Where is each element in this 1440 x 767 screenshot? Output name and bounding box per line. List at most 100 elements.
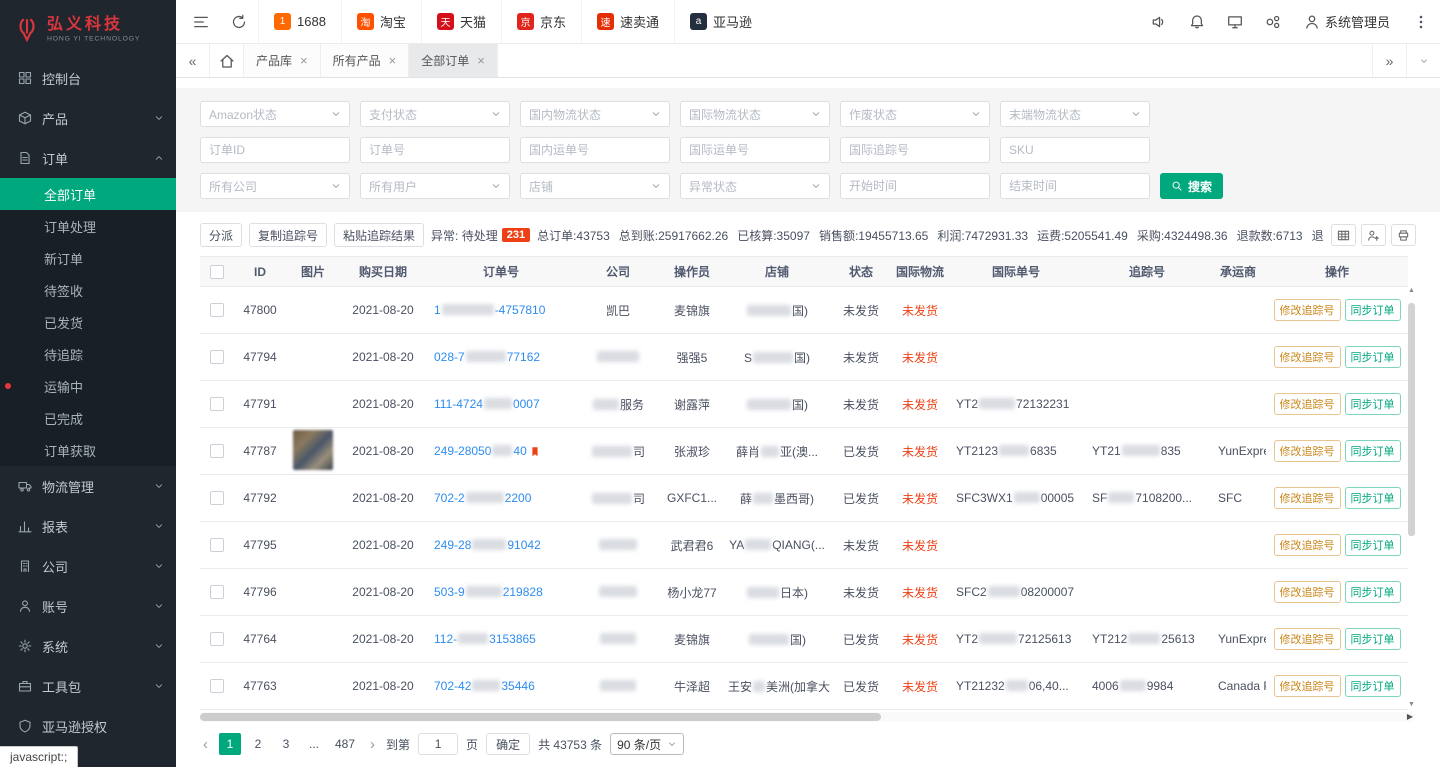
- row-checkbox[interactable]: [210, 491, 224, 505]
- edit-tracking-button[interactable]: 修改追踪号: [1274, 487, 1341, 509]
- filter-select-row1-4[interactable]: 作废状态: [840, 101, 990, 127]
- search-button[interactable]: 搜索: [1160, 173, 1223, 199]
- sync-order-button[interactable]: 同步订单: [1345, 346, 1401, 368]
- order-number-link[interactable]: 111-47240007: [434, 397, 540, 411]
- order-number-link[interactable]: 702-22200: [434, 491, 531, 505]
- order-number-link[interactable]: 503-9219828: [434, 585, 543, 599]
- order-number-link[interactable]: 028-777162: [434, 350, 540, 364]
- platform-tab-1[interactable]: 淘淘宝: [341, 0, 421, 44]
- sidebar-subitem-1[interactable]: 订单处理: [0, 210, 176, 242]
- filter-input-1[interactable]: [360, 137, 510, 163]
- tabs-scroll-left-button[interactable]: «: [176, 44, 210, 77]
- platform-tab-5[interactable]: a亚马逊: [674, 0, 767, 44]
- filter-input-3[interactable]: [680, 137, 830, 163]
- page-number-3[interactable]: 3: [275, 733, 297, 755]
- sidebar-item-6[interactable]: 账号: [0, 586, 176, 626]
- close-icon[interactable]: ×: [300, 53, 308, 68]
- exception-count-badge[interactable]: 231: [502, 228, 530, 242]
- platform-tab-4[interactable]: 速速卖通: [581, 0, 674, 44]
- platform-tab-3[interactable]: 京京东: [501, 0, 581, 44]
- edit-tracking-button[interactable]: 修改追踪号: [1274, 534, 1341, 556]
- tab-0[interactable]: 产品库×: [244, 44, 321, 77]
- row-checkbox[interactable]: [210, 679, 224, 693]
- row-checkbox[interactable]: [210, 444, 224, 458]
- scroll-down-icon[interactable]: ▼: [1408, 701, 1415, 708]
- product-image[interactable]: [293, 430, 333, 470]
- order-number-link[interactable]: 1-4757810: [434, 303, 545, 317]
- copy-tracking-button[interactable]: 复制追踪号: [249, 223, 327, 247]
- sync-order-button[interactable]: 同步订单: [1345, 534, 1401, 556]
- filter-input-0[interactable]: [200, 137, 350, 163]
- order-number-link[interactable]: 249-2805040: [434, 444, 527, 458]
- filter-select-row3-0[interactable]: 所有公司: [200, 173, 350, 199]
- row-checkbox[interactable]: [210, 538, 224, 552]
- prev-page-button[interactable]: ‹: [200, 736, 211, 753]
- page-size-select[interactable]: 90 条/页: [610, 733, 684, 755]
- row-checkbox[interactable]: [210, 585, 224, 599]
- platform-tab-0[interactable]: 11688: [258, 0, 341, 44]
- print-button[interactable]: [1391, 224, 1416, 246]
- sidebar-item-3[interactable]: 物流管理: [0, 466, 176, 506]
- sidebar-subitem-3[interactable]: 待签收: [0, 274, 176, 306]
- edit-tracking-button[interactable]: 修改追踪号: [1274, 675, 1341, 697]
- sidebar-subitem-6[interactable]: 运输中: [0, 370, 176, 402]
- edit-tracking-button[interactable]: 修改追踪号: [1274, 393, 1341, 415]
- row-checkbox[interactable]: [210, 397, 224, 411]
- sync-order-button[interactable]: 同步订单: [1345, 675, 1401, 697]
- filter-select-row1-2[interactable]: 国内物流状态: [520, 101, 670, 127]
- order-number-link[interactable]: 112-3153865: [434, 632, 536, 646]
- sidebar-item-1[interactable]: 产品: [0, 98, 176, 138]
- user-menu[interactable]: 系统管理员: [1292, 12, 1402, 31]
- row-checkbox[interactable]: [210, 303, 224, 317]
- start-date-input[interactable]: [840, 173, 990, 199]
- vertical-scroll-thumb[interactable]: [1408, 303, 1415, 536]
- sidebar-subitem-7[interactable]: 已完成: [0, 402, 176, 434]
- edit-tracking-button[interactable]: 修改追踪号: [1274, 346, 1341, 368]
- notifications-button[interactable]: [1178, 0, 1216, 44]
- end-date-input[interactable]: [1000, 173, 1150, 199]
- filter-select-row1-0[interactable]: Amazon状态: [200, 101, 350, 127]
- filter-select-row3-1[interactable]: 所有用户: [360, 173, 510, 199]
- order-number-link[interactable]: 249-2891042: [434, 538, 541, 552]
- sidebar-subitem-8[interactable]: 订单获取: [0, 434, 176, 466]
- edit-tracking-button[interactable]: 修改追踪号: [1274, 628, 1341, 650]
- platform-tab-2[interactable]: 天天猫: [421, 0, 501, 44]
- close-icon[interactable]: ×: [389, 53, 397, 68]
- sidebar-subitem-2[interactable]: 新订单: [0, 242, 176, 274]
- next-page-button[interactable]: ›: [367, 736, 378, 753]
- vertical-scrollbar[interactable]: ▲ ▼: [1407, 287, 1416, 710]
- filter-input-2[interactable]: [520, 137, 670, 163]
- tab-1[interactable]: 所有产品×: [321, 44, 410, 77]
- page-number-2[interactable]: 2: [247, 733, 269, 755]
- edit-tracking-button[interactable]: 修改追踪号: [1274, 299, 1341, 321]
- filter-select-row1-1[interactable]: 支付状态: [360, 101, 510, 127]
- select-all-checkbox[interactable]: [210, 265, 224, 279]
- edit-tracking-button[interactable]: 修改追踪号: [1274, 440, 1341, 462]
- scroll-up-icon[interactable]: ▲: [1408, 287, 1415, 294]
- sidebar-subitem-5[interactable]: 待追踪: [0, 338, 176, 370]
- filter-input-4[interactable]: [840, 137, 990, 163]
- page-number-1[interactable]: 1: [219, 733, 241, 755]
- row-checkbox[interactable]: [210, 632, 224, 646]
- horizontal-scroll-thumb[interactable]: [200, 713, 881, 721]
- edit-tracking-button[interactable]: 修改追踪号: [1274, 581, 1341, 603]
- assign-button[interactable]: 分派: [200, 223, 242, 247]
- filter-select-row1-5[interactable]: 末端物流状态: [1000, 101, 1150, 127]
- goto-page-input[interactable]: [418, 733, 458, 755]
- share-button[interactable]: [1254, 0, 1292, 44]
- home-tab-button[interactable]: [210, 44, 244, 77]
- sidebar-item-2[interactable]: 订单: [0, 138, 176, 178]
- scroll-right-icon[interactable]: ▶: [1407, 712, 1413, 722]
- more-menu-button[interactable]: [1402, 0, 1440, 44]
- goto-confirm-button[interactable]: 确定: [486, 733, 530, 755]
- sidebar-item-9[interactable]: 亚马逊授权: [0, 706, 176, 746]
- page-number-487[interactable]: 487: [331, 733, 359, 755]
- refresh-button[interactable]: [220, 0, 258, 44]
- mute-button[interactable]: [1140, 0, 1178, 44]
- tab-2[interactable]: 全部订单×: [409, 44, 498, 77]
- sync-order-button[interactable]: 同步订单: [1345, 487, 1401, 509]
- sidebar-item-7[interactable]: 系统: [0, 626, 176, 666]
- row-checkbox[interactable]: [210, 350, 224, 364]
- paste-tracking-result-button[interactable]: 粘贴追踪结果: [334, 223, 424, 247]
- filter-select-row3-2[interactable]: 店铺: [520, 173, 670, 199]
